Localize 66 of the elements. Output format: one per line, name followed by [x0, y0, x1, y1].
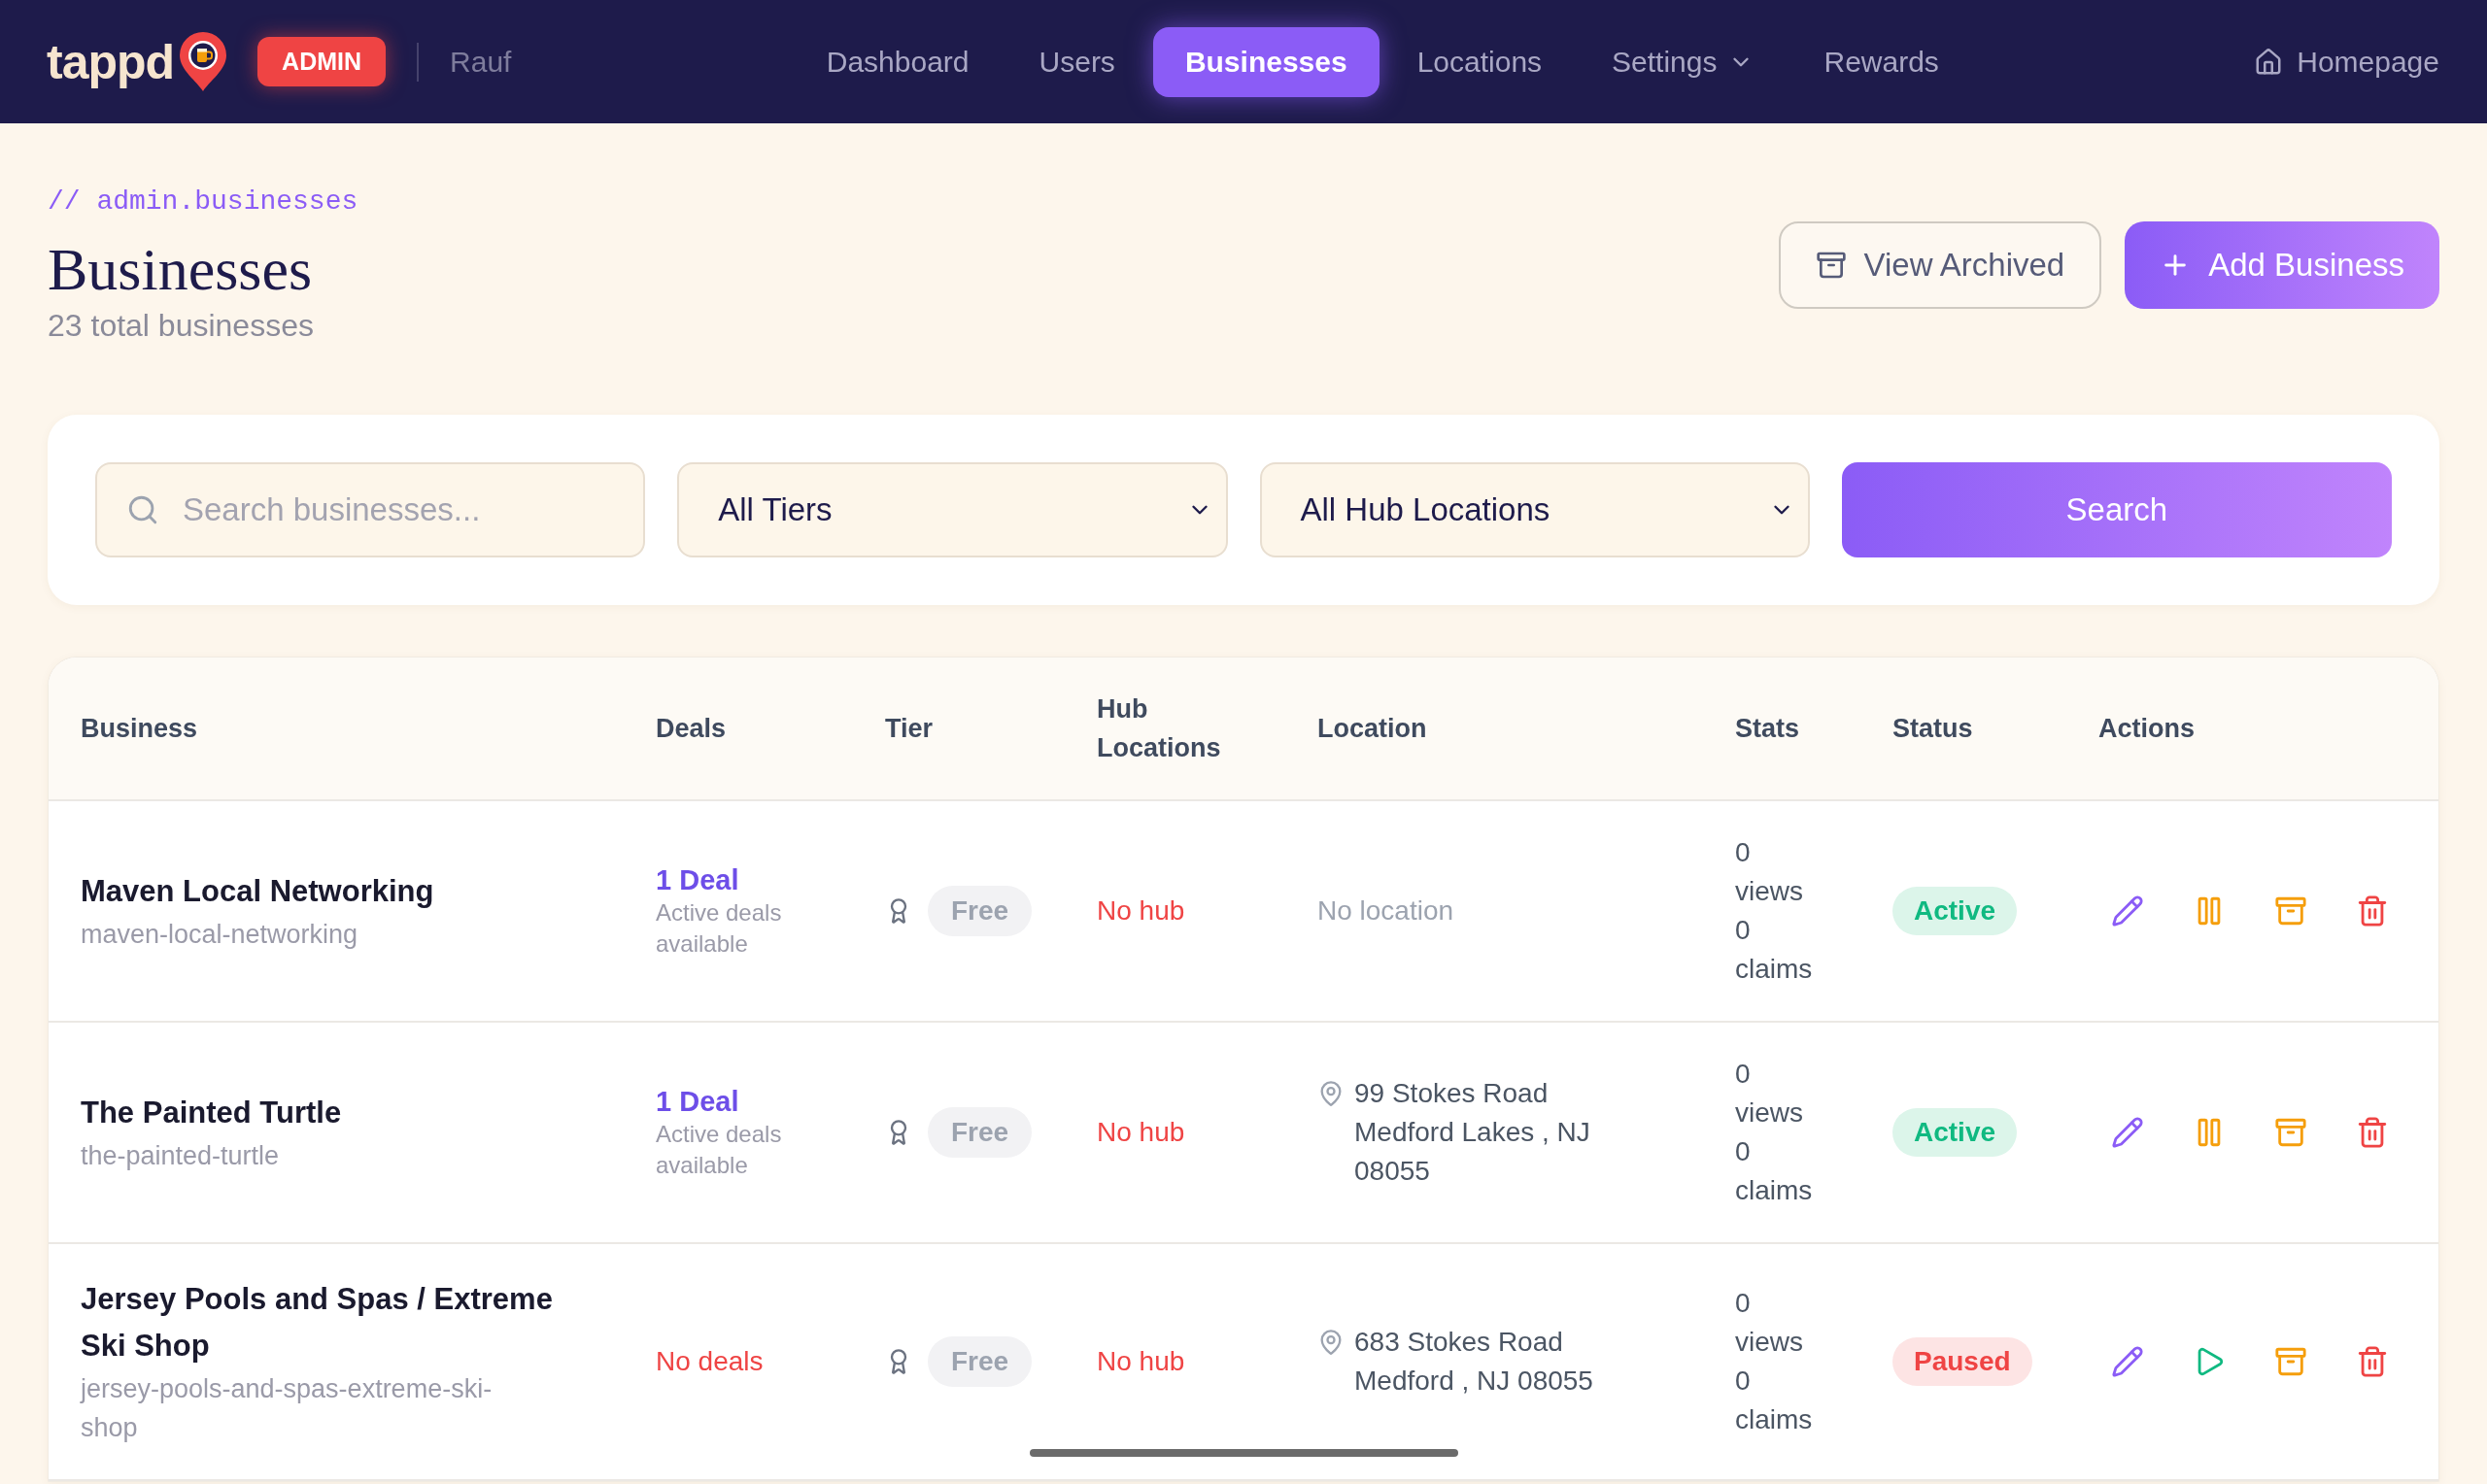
trash-icon: [2356, 1345, 2389, 1378]
archive-box-icon: [2274, 894, 2307, 928]
filter-select[interactable]: All Tiers: [677, 462, 1228, 557]
status-badge: Active: [1892, 887, 2018, 935]
column-header: Actions: [2066, 658, 2438, 800]
column-header: Deals: [624, 658, 853, 800]
view-archived-button[interactable]: View Archived: [1778, 221, 2102, 309]
deal-note: Active deals available: [656, 1120, 783, 1180]
stats-text: 0 views 0 claims: [1735, 1287, 1813, 1436]
no-deals-text: No deals: [656, 1346, 764, 1376]
status-badge: Active: [1892, 1108, 2018, 1157]
business-slug: the-painted-turtle: [81, 1140, 281, 1172]
search-field[interactable]: Search businesses...: [95, 462, 646, 557]
horizontal-scrollbar[interactable]: [1030, 1449, 1458, 1457]
pin-logo-icon: [178, 31, 229, 92]
homepage-link[interactable]: Homepage: [2254, 45, 2439, 79]
tier-badge: Free: [928, 1336, 1033, 1387]
business-count: 23 total businesses: [48, 307, 315, 345]
nav-tab[interactable]: Rewards: [1791, 26, 1971, 97]
pencil-icon: [2111, 894, 2144, 928]
nav-tab[interactable]: Businesses: [1152, 26, 1380, 97]
no-location-text: No location: [1317, 895, 1454, 926]
page-title: Businesses: [48, 235, 314, 304]
pencil-icon: [2111, 1116, 2144, 1149]
nav-tab[interactable]: Locations: [1384, 26, 1575, 97]
add-business-button[interactable]: Add Business: [2125, 221, 2439, 309]
tier-badge: Free: [928, 1107, 1033, 1158]
deal-note: Active deals available: [656, 898, 783, 959]
deal-count: 1 Deal: [656, 863, 740, 897]
business-slug: jersey-pools-and-spas-extreme-ski-shop: [81, 1373, 494, 1444]
hub-text: No hub: [1097, 1346, 1185, 1376]
business-name: The Painted Turtle: [81, 1095, 343, 1131]
hub-text: No hub: [1097, 895, 1185, 926]
search-icon: [126, 493, 159, 526]
column-header: Hub Locations: [1065, 658, 1285, 800]
column-header: Tier: [853, 658, 1065, 800]
filter-select[interactable]: All Hub Locations: [1259, 462, 1810, 557]
archive-box-icon: [2274, 1116, 2307, 1149]
archive-box-icon: [1815, 250, 1847, 281]
tier-badge: Free: [928, 886, 1033, 936]
admin-badge: ADMIN: [257, 37, 387, 86]
pencil-icon: [2111, 1345, 2144, 1378]
logo-text: tappd: [47, 37, 175, 86]
archive-box-icon: [2274, 1345, 2307, 1378]
stats-text: 0 views 0 claims: [1735, 836, 1813, 986]
deal-count: 1 Deal: [656, 1085, 740, 1119]
column-header: Business: [49, 658, 624, 800]
nav-tab[interactable]: Settings: [1580, 26, 1787, 97]
business-slug: maven-local-networking: [81, 919, 359, 951]
stats-text: 0 views 0 claims: [1735, 1058, 1813, 1207]
house-icon: [2254, 47, 2284, 77]
address-text: 683 Stokes Road Medford , NJ 08055: [1354, 1326, 1593, 1398]
hub-text: No hub: [1097, 1117, 1185, 1147]
trash-icon: [2356, 1116, 2389, 1149]
column-header: Location: [1285, 658, 1703, 800]
business-name: Jersey Pools and Spas / Extreme Ski Shop: [81, 1281, 554, 1365]
status-badge: Paused: [1892, 1337, 2032, 1386]
address-text: 99 Stokes Road Medford Lakes , NJ 08055: [1354, 1077, 1591, 1188]
nav-tab[interactable]: Dashboard: [794, 26, 1002, 97]
nav-tab[interactable]: Users: [1006, 26, 1147, 97]
column-header: Stats: [1703, 658, 1860, 800]
breadcrumb: // admin.businesses: [48, 186, 358, 219]
column-header: Status: [1860, 658, 2066, 800]
business-name: Maven Local Networking: [81, 873, 435, 910]
user-name: Rauf: [450, 45, 512, 79]
trash-icon: [2356, 894, 2389, 928]
